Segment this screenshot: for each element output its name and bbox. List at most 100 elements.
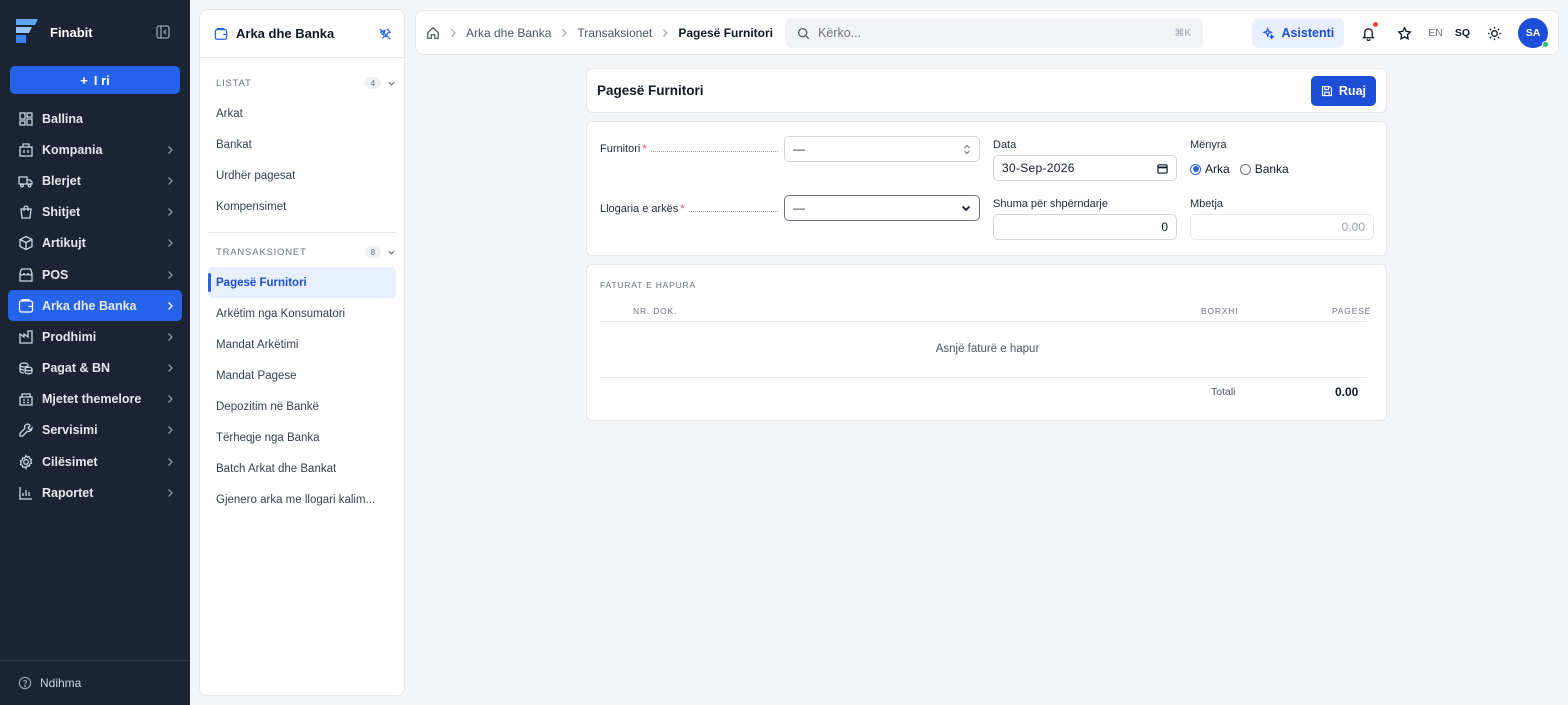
user-avatar[interactable]: SA bbox=[1518, 18, 1549, 48]
account-label: Llogaria e arkës * bbox=[600, 203, 685, 215]
radio-circle-checked bbox=[1190, 163, 1201, 175]
sidebar-item-label: Cilësimet bbox=[42, 454, 98, 469]
panel-item[interactable]: Pagesë Furnitori bbox=[208, 267, 396, 298]
search-icon bbox=[797, 27, 810, 39]
radio-circle bbox=[1239, 163, 1251, 175]
sidebar-item-label: Servisimi bbox=[42, 423, 98, 438]
date-input[interactable]: 30-Sep-2026 bbox=[993, 155, 1177, 181]
panel-section-title: TRANSAKSIONET bbox=[216, 246, 307, 258]
home-icon[interactable] bbox=[426, 26, 440, 40]
sidebar-item-kompania[interactable]: Kompania bbox=[0, 134, 190, 165]
panel-item[interactable]: Arkëtim nga Konsumatori bbox=[208, 298, 396, 329]
save-button[interactable]: Ruaj bbox=[1310, 75, 1376, 106]
help-label: Ndihma bbox=[40, 676, 82, 690]
method-banka-label: Banka bbox=[1254, 162, 1289, 176]
column-doc-number: NR. DOK. bbox=[633, 306, 678, 316]
notifications-button[interactable] bbox=[1356, 21, 1380, 45]
dashboard-icon bbox=[19, 111, 33, 126]
sidebar-item-label: Kompania bbox=[42, 142, 103, 157]
amount-input[interactable]: 0 bbox=[993, 214, 1177, 240]
panel-item[interactable]: Depozitim në Bankë bbox=[208, 391, 396, 422]
method-radio-arka[interactable]: Arka bbox=[1190, 162, 1230, 176]
breadcrumb-current: Pagesë Furnitori bbox=[678, 25, 774, 40]
calendar-icon[interactable] bbox=[1157, 163, 1168, 174]
sidebar-item-pagat-bn[interactable]: Pagat & BN bbox=[0, 353, 190, 384]
panel-section-header[interactable]: TRANSAKSIONET 8 bbox=[208, 237, 396, 267]
module-panel-sections: LISTAT 4 Arkat Bankat Urdhër pagesat Kompensi… bbox=[200, 58, 404, 515]
balance-field: 0.00 bbox=[1190, 214, 1374, 240]
sidebar-item-servisimi[interactable]: Servisimi bbox=[0, 415, 190, 446]
sidebar-item-prodhimi[interactable]: Prodhimi bbox=[0, 321, 190, 352]
sidebar-item-artikujt[interactable]: Artikujt bbox=[0, 228, 190, 259]
wallet-icon bbox=[214, 27, 228, 40]
assistant-button[interactable]: Asistenti bbox=[1252, 18, 1345, 48]
store-icon bbox=[19, 267, 33, 282]
dotted-leader bbox=[689, 211, 778, 212]
panel-section-listat: LISTAT 4 Arkat Bankat Urdhër pagesat Kompensi… bbox=[200, 58, 404, 222]
table-footer-divider bbox=[600, 377, 1367, 378]
sparkles-icon bbox=[1262, 26, 1276, 40]
app-name: Finabit bbox=[50, 25, 93, 40]
sidebar-item-mjetet-themelore[interactable]: Mjetet themelore bbox=[0, 384, 190, 415]
favorites-button[interactable] bbox=[1392, 21, 1416, 45]
sidebar-item-label: Shitjet bbox=[42, 205, 81, 220]
panel-item[interactable]: Gjenero arka me llogari kalim... bbox=[208, 484, 396, 515]
sidebar-item-pos[interactable]: POS bbox=[0, 259, 190, 290]
breadcrumb-item-transaksionet[interactable]: Transaksionet bbox=[577, 26, 652, 40]
search-box[interactable]: ⌘K bbox=[785, 18, 1203, 48]
assets-icon bbox=[19, 393, 33, 406]
chevron-right-icon bbox=[168, 426, 173, 435]
sidebar-item-arka-dhe-banka[interactable]: Arka dhe Banka bbox=[8, 290, 182, 322]
sidebar-item-blerjet[interactable]: Blerjet bbox=[0, 165, 190, 196]
module-panel-title: Arka dhe Banka bbox=[236, 26, 335, 41]
unpin-icon[interactable] bbox=[378, 27, 392, 41]
panel-section-transaksionet: TRANSAKSIONET 8 Pagesë Furnitori Arkëtim ng… bbox=[200, 233, 404, 515]
sidebar-item-raportet[interactable]: Raportet bbox=[0, 477, 190, 508]
panel-item[interactable]: Batch Arkat dhe Bankat bbox=[208, 453, 396, 484]
supplier-select[interactable]: — bbox=[784, 136, 980, 162]
panel-item[interactable]: Urdhër pagesat bbox=[208, 160, 396, 191]
theme-toggle-button[interactable] bbox=[1482, 21, 1506, 45]
lang-en-button[interactable]: EN bbox=[1428, 27, 1443, 39]
sidebar-collapse-icon[interactable] bbox=[155, 24, 171, 40]
balance-label: Mbetja bbox=[1190, 198, 1224, 210]
amount-label: Shuma për shpërndarje bbox=[993, 198, 1108, 210]
module-panel-header: Arka dhe Banka bbox=[200, 10, 404, 58]
chevron-right-icon bbox=[451, 28, 456, 37]
date-value: 30-Sep-2026 bbox=[1002, 161, 1075, 175]
chevron-right-icon bbox=[168, 301, 173, 310]
panel-item[interactable]: Kompensimet bbox=[208, 191, 396, 222]
search-input[interactable] bbox=[818, 26, 1175, 40]
new-button[interactable]: + I ri bbox=[10, 66, 180, 94]
chevron-down-icon[interactable] bbox=[387, 79, 396, 88]
panel-item[interactable]: Tërheqje nga Banka bbox=[208, 422, 396, 453]
sidebar-item-shitjet[interactable]: Shitjet bbox=[0, 197, 190, 228]
required-mark: * bbox=[680, 203, 685, 215]
panel-item[interactable]: Bankat bbox=[208, 129, 396, 160]
sidebar-item-label: Blerjet bbox=[42, 173, 81, 188]
help-link[interactable]: Ndihma bbox=[0, 660, 190, 705]
lang-sq-button[interactable]: SQ bbox=[1455, 27, 1470, 39]
method-radio-banka[interactable]: Banka bbox=[1239, 162, 1289, 176]
panel-item[interactable]: Arkat bbox=[208, 98, 396, 129]
sidebar-item-label: Pagat & BN bbox=[42, 361, 111, 376]
chevron-right-icon bbox=[168, 145, 173, 154]
sidebar-item-label: Prodhimi bbox=[42, 329, 97, 344]
chevron-right-icon bbox=[663, 28, 669, 37]
shopping-bag-icon bbox=[20, 205, 32, 219]
factory-icon bbox=[19, 330, 33, 344]
breadcrumb-item-arka-dhe-banka[interactable]: Arka dhe Banka bbox=[466, 26, 551, 40]
total-value: 0.00 bbox=[1335, 385, 1359, 399]
sidebar-item-cilësimet[interactable]: Cilësimet bbox=[0, 446, 190, 477]
building-icon bbox=[19, 143, 33, 157]
sidebar-item-ballina[interactable]: Ballina bbox=[0, 103, 190, 134]
panel-item[interactable]: Mandat Pagese bbox=[208, 360, 396, 391]
open-invoices-title: FATURAT E HAPURA bbox=[600, 280, 696, 290]
chevron-right-icon bbox=[168, 208, 173, 217]
panel-section-header[interactable]: LISTAT 4 bbox=[208, 68, 396, 98]
box-icon bbox=[19, 236, 33, 251]
panel-item[interactable]: Mandat Arkëtimi bbox=[208, 329, 396, 360]
cash-account-select[interactable]: — bbox=[784, 195, 980, 221]
supplier-select-value: — bbox=[793, 142, 805, 156]
chevron-down-icon[interactable] bbox=[387, 248, 396, 257]
